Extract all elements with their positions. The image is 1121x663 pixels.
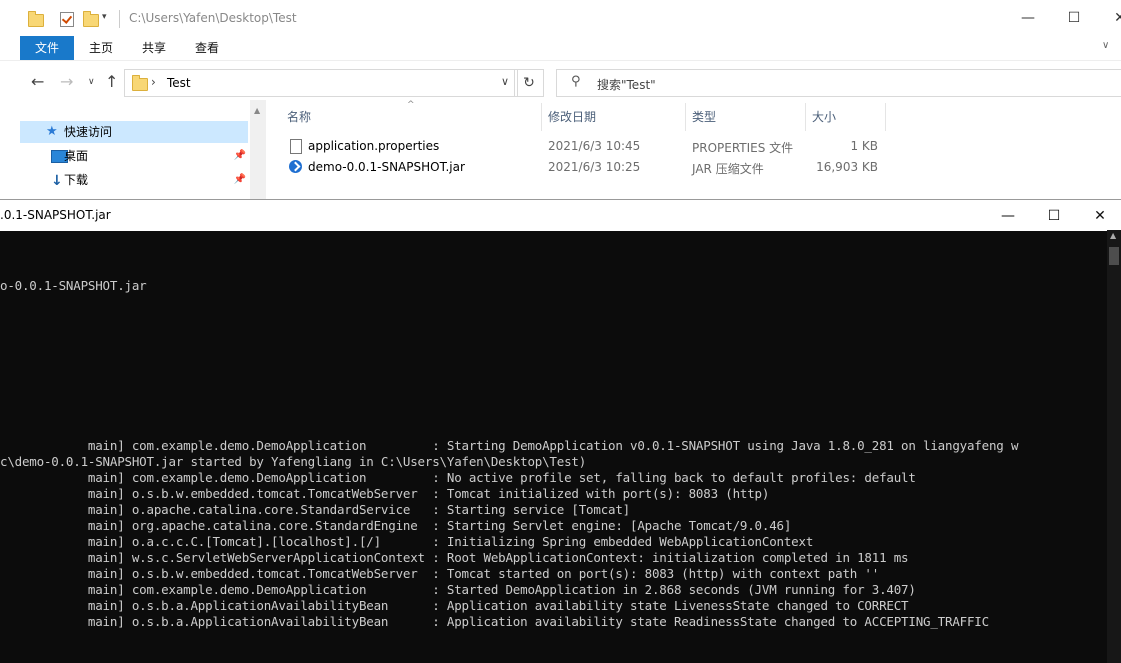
scrollbar-thumb[interactable] bbox=[1109, 247, 1119, 265]
close-button[interactable]: ✕ bbox=[1077, 200, 1121, 231]
search-placeholder: 搜索"Test" bbox=[597, 78, 656, 92]
back-arrow-icon[interactable]: ← bbox=[31, 72, 44, 92]
console-line: main] o.s.b.w.embedded.tomcat.TomcatWebS… bbox=[0, 486, 770, 501]
console-line: main] com.example.demo.DemoApplication :… bbox=[0, 438, 1019, 453]
scroll-up-icon[interactable]: ▲ bbox=[1110, 231, 1116, 240]
customize-toolbar-icon[interactable]: ▾ bbox=[102, 12, 107, 22]
sidebar-item-downloads[interactable]: ↓ 下载 📌 bbox=[20, 169, 248, 191]
sidebar-item-desktop[interactable]: 桌面 📌 bbox=[20, 145, 248, 167]
minimize-button[interactable]: — bbox=[985, 200, 1031, 231]
titlebar-divider bbox=[119, 10, 120, 28]
up-arrow-icon[interactable]: ↑ bbox=[105, 72, 118, 92]
console-line: main] o.s.b.a.ApplicationAvailabilityBea… bbox=[0, 598, 909, 613]
sidebar-item-label: 桌面 bbox=[64, 149, 89, 163]
file-size: 1 KB bbox=[850, 139, 878, 153]
file-row[interactable]: application.properties 2021/6/3 10:45 PR… bbox=[266, 138, 1121, 159]
console-scrollbar[interactable]: ▲ bbox=[1107, 230, 1121, 663]
console-output[interactable]: o-0.0.1-SNAPSHOT.jar main] com.example.d… bbox=[0, 230, 1107, 663]
console-line: main] com.example.demo.DemoApplication :… bbox=[0, 470, 916, 485]
column-header-name[interactable]: 名称 bbox=[287, 105, 311, 130]
console-line: main] o.s.b.w.embedded.tomcat.TomcatWebS… bbox=[0, 566, 880, 581]
minimize-button[interactable]: — bbox=[1005, 0, 1051, 36]
properties-icon[interactable] bbox=[60, 10, 76, 28]
sidebar-scrollbar[interactable]: ▲ bbox=[250, 100, 266, 200]
console-window: .0.1-SNAPSHOT.jar — ☐ ✕ o-0.0.1-SNAPSHOT… bbox=[0, 199, 1121, 663]
console-line: o-0.0.1-SNAPSHOT.jar bbox=[0, 278, 147, 293]
recent-locations-icon[interactable]: ∨ bbox=[88, 72, 95, 92]
file-name: demo-0.0.1-SNAPSHOT.jar bbox=[308, 160, 465, 174]
tab-file[interactable]: 文件 bbox=[20, 36, 74, 60]
tab-view[interactable]: 查看 bbox=[195, 36, 219, 60]
tab-share[interactable]: 共享 bbox=[142, 36, 166, 60]
document-icon bbox=[290, 139, 302, 154]
folder-icon[interactable] bbox=[28, 10, 44, 28]
ribbon-tabs: 文件 主页 共享 查看 ∨ bbox=[0, 36, 1121, 61]
console-line: c\demo-0.0.1-SNAPSHOT.jar started by Yaf… bbox=[0, 454, 587, 469]
star-icon: ★ bbox=[46, 124, 58, 139]
explorer-titlebar: ▾ C:\Users\Yafen\Desktop\Test — ☐ ✕ bbox=[0, 0, 1121, 36]
refresh-button[interactable]: ↻ bbox=[514, 69, 544, 97]
console-line: main] w.s.c.ServletWebServerApplicationC… bbox=[0, 550, 909, 565]
maximize-button[interactable]: ☐ bbox=[1051, 0, 1097, 36]
new-folder-icon[interactable] bbox=[83, 10, 99, 28]
sidebar-item-quick-access[interactable]: ★ 快速访问 bbox=[20, 121, 248, 143]
folder-icon bbox=[132, 75, 148, 91]
forward-arrow-icon[interactable]: → bbox=[60, 72, 73, 92]
navigation-bar: ← → ∨ ↑ › Test ∨ ↻ ⚲ 搜索"Test" bbox=[0, 66, 1121, 98]
address-bar[interactable]: › Test ∨ bbox=[124, 69, 518, 97]
file-date: 2021/6/3 10:25 bbox=[548, 160, 641, 174]
console-line: main] com.example.demo.DemoApplication :… bbox=[0, 582, 916, 597]
console-titlebar: .0.1-SNAPSHOT.jar — ☐ ✕ bbox=[0, 199, 1121, 231]
maximize-button[interactable]: ☐ bbox=[1031, 200, 1077, 231]
chevron-right-icon[interactable]: › bbox=[151, 75, 156, 89]
file-size: 16,903 KB bbox=[816, 160, 878, 174]
chevron-down-icon[interactable]: ∨ bbox=[501, 75, 509, 88]
console-line: main] o.a.c.c.C.[Tomcat].[localhost].[/]… bbox=[0, 534, 814, 549]
expand-ribbon-icon[interactable]: ∨ bbox=[1102, 40, 1109, 51]
navigation-pane: ★ 快速访问 桌面 📌 ↓ 下载 📌 ▲ bbox=[0, 100, 266, 200]
jar-icon bbox=[289, 160, 302, 173]
console-line: main] o.s.b.a.ApplicationAvailabilityBea… bbox=[0, 614, 989, 629]
close-button[interactable]: ✕ bbox=[1097, 0, 1121, 36]
scroll-up-icon[interactable]: ▲ bbox=[254, 106, 260, 115]
console-line: main] org.apache.catalina.core.StandardE… bbox=[0, 518, 792, 533]
file-type: PROPERTIES 文件 bbox=[692, 141, 794, 155]
file-type: JAR 压缩文件 bbox=[692, 162, 764, 176]
column-divider[interactable] bbox=[805, 103, 806, 131]
column-divider[interactable] bbox=[685, 103, 686, 131]
search-input[interactable]: ⚲ 搜索"Test" bbox=[556, 69, 1121, 97]
console-line: main] o.apache.catalina.core.StandardSer… bbox=[0, 502, 631, 517]
console-title: .0.1-SNAPSHOT.jar bbox=[0, 208, 111, 222]
search-icon: ⚲ bbox=[571, 74, 581, 89]
sidebar-item-label: 下载 bbox=[64, 173, 89, 187]
column-header-size[interactable]: 大小 bbox=[812, 105, 836, 130]
column-divider[interactable] bbox=[541, 103, 542, 131]
tab-home[interactable]: 主页 bbox=[89, 36, 113, 60]
column-header-date[interactable]: 修改日期 bbox=[548, 105, 596, 130]
breadcrumb[interactable]: Test bbox=[167, 76, 191, 90]
sidebar-item-label: 快速访问 bbox=[64, 125, 113, 139]
file-list: 名称 ^ 修改日期 类型 大小 application.properties 2… bbox=[266, 100, 1121, 200]
file-row[interactable]: demo-0.0.1-SNAPSHOT.jar 2021/6/3 10:25 J… bbox=[266, 159, 1121, 180]
column-header-type[interactable]: 类型 bbox=[692, 105, 716, 130]
download-icon: ↓ bbox=[51, 173, 63, 189]
file-explorer-window: ▾ C:\Users\Yafen\Desktop\Test — ☐ ✕ 文件 主… bbox=[0, 0, 1121, 200]
file-date: 2021/6/3 10:45 bbox=[548, 139, 641, 153]
pin-icon[interactable]: 📌 bbox=[234, 145, 246, 167]
window-title: C:\Users\Yafen\Desktop\Test bbox=[129, 11, 297, 25]
file-name: application.properties bbox=[308, 139, 440, 153]
sort-ascending-icon: ^ bbox=[407, 100, 415, 110]
pin-icon[interactable]: 📌 bbox=[234, 169, 246, 191]
column-divider[interactable] bbox=[885, 103, 886, 131]
